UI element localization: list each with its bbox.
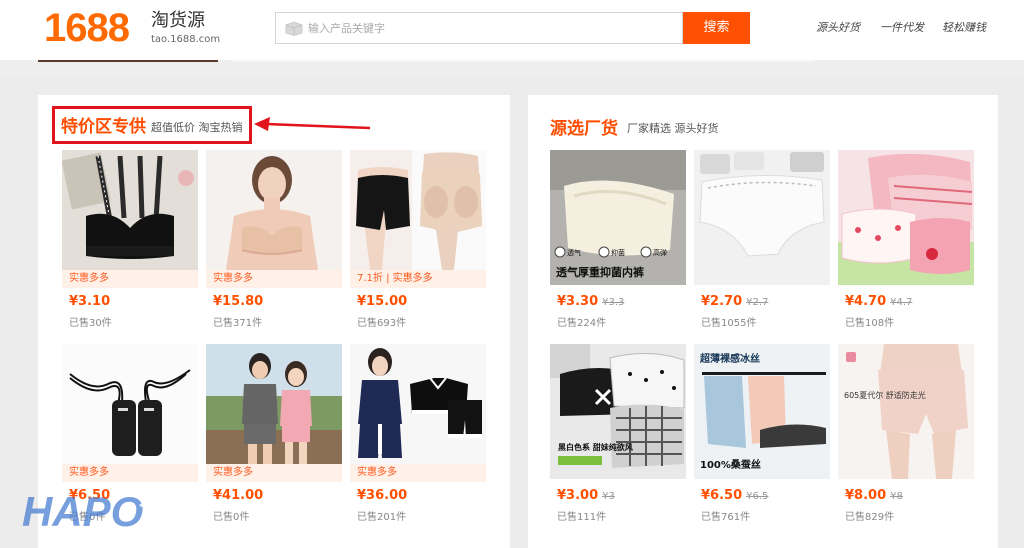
price-original: ¥6.5: [746, 491, 769, 502]
product-price: ¥3.30 ¥3.3: [557, 294, 624, 311]
product-sold-count: 已售108件: [845, 318, 895, 329]
product-image-strawberry-briefs[interactable]: [838, 150, 974, 285]
product-image-white-briefs[interactable]: [694, 150, 830, 285]
product-tag: 实惠多多: [206, 270, 342, 288]
logo-1688[interactable]: 1688: [44, 6, 130, 50]
img-caption: 透气厚重抑菌内裤: [556, 265, 644, 279]
price-current: ¥8.00: [845, 488, 887, 503]
product-sold-count: 已售1055件: [701, 318, 757, 329]
price-current: ¥2.70: [701, 294, 743, 309]
price-original: ¥2.7: [746, 297, 769, 308]
factory-goods-title[interactable]: 源选厂货: [550, 118, 618, 140]
img-badge: 抑菌: [611, 248, 625, 257]
product-price: ¥2.70 ¥2.7: [701, 294, 768, 311]
product-tag: 实惠多多: [62, 464, 198, 482]
nav-link-easy-earn[interactable]: 轻松赚钱: [942, 21, 986, 35]
product-image-ice-silk-briefs[interactable]: 超薄裸感冰丝 100%桑蚕丝: [694, 344, 830, 479]
product-price: ¥8.00 ¥8: [845, 488, 903, 505]
box-icon: [285, 21, 303, 36]
search-box: [275, 12, 683, 44]
product-image-shapewear-shorts[interactable]: [350, 150, 486, 270]
product-sold-count: 已售0件: [213, 512, 250, 523]
product-sold-count: 已售224件: [557, 318, 607, 329]
sub-bar: [0, 60, 1024, 78]
product-tag: 实惠多多: [206, 464, 342, 482]
factory-goods-subtitle: 厂家精选 源头好货: [627, 122, 719, 135]
product-tag: 实惠多多: [62, 270, 198, 288]
product-image-navy-pajamas[interactable]: [350, 344, 486, 464]
annotation-highlight-box: [52, 106, 252, 144]
price-original: ¥4.7: [890, 297, 913, 308]
product-price: ¥3.00 ¥3: [557, 488, 615, 505]
product-image-sports-bra[interactable]: [62, 150, 198, 270]
img-caption: 605夏代尔 舒适防走光: [844, 390, 926, 400]
sub-bar-strip: [232, 60, 814, 62]
product-price: ¥36.00: [357, 488, 408, 503]
product-sold-count: 已售111件: [557, 512, 607, 523]
brand-name[interactable]: 淘货源: [151, 10, 205, 32]
watermark-text: HAPO: [22, 488, 143, 534]
search-input[interactable]: [308, 13, 678, 43]
site-header: 1688 淘货源 tao.1688.com 搜索 源头好货 一件代发 轻松赚钱: [0, 0, 1024, 60]
product-sold-count: 已售693件: [357, 318, 407, 329]
product-tag: 7.1折 | 实惠多多: [350, 270, 486, 288]
price-original: ¥3.3: [602, 297, 625, 308]
price-original: ¥8: [890, 491, 903, 502]
product-image-model-bra[interactable]: [206, 150, 342, 270]
product-image-couple-pajamas[interactable]: [206, 344, 342, 464]
product-sold-count: 已售829件: [845, 512, 895, 523]
product-sold-count: 已售30件: [69, 318, 112, 329]
search-button[interactable]: 搜索: [683, 12, 750, 44]
product-price: ¥6.50 ¥6.5: [701, 488, 768, 505]
product-sold-count: 已售371件: [213, 318, 263, 329]
img-caption: 100%桑蚕丝: [700, 458, 761, 471]
product-image-safety-shorts[interactable]: 605夏代尔 舒适防走光: [838, 344, 974, 479]
product-image-breathable-briefs[interactable]: 透气 抑菌 高弹 透气厚重抑菌内裤: [550, 150, 686, 285]
price-current: ¥6.50: [701, 488, 743, 503]
product-price: ¥15.00: [357, 294, 408, 309]
brand-url: tao.1688.com: [151, 34, 221, 45]
nav-link-source-goods[interactable]: 源头好货: [816, 21, 860, 35]
img-badge: 透气: [567, 248, 581, 257]
annotation-arrow-icon: [254, 117, 371, 131]
product-price: ¥4.70 ¥4.7: [845, 294, 912, 311]
price-current: ¥3.30: [557, 294, 599, 309]
img-caption: 超薄裸感冰丝: [699, 352, 760, 365]
product-image-bw-briefs[interactable]: 黑白色系 甜妹纯欲风: [550, 344, 686, 479]
product-price: ¥41.00: [213, 488, 264, 503]
product-sold-count: 已售201件: [357, 512, 407, 523]
img-badge: 高弹: [653, 248, 667, 257]
price-current: ¥3.00: [557, 488, 599, 503]
price-original: ¥3: [602, 491, 615, 502]
product-price: ¥15.80: [213, 294, 264, 309]
product-price: ¥3.10: [69, 294, 111, 309]
product-image-strap-socks[interactable]: [62, 344, 198, 464]
nav-link-dropshipping[interactable]: 一件代发: [880, 21, 924, 35]
product-sold-count: 已售761件: [701, 512, 751, 523]
product-tag: 实惠多多: [350, 464, 486, 482]
price-current: ¥4.70: [845, 294, 887, 309]
img-caption: 黑白色系 甜妹纯欲风: [558, 442, 633, 452]
hapo-watermark-logo: HAPO: [22, 488, 197, 534]
sub-bar-accent: [38, 60, 218, 62]
